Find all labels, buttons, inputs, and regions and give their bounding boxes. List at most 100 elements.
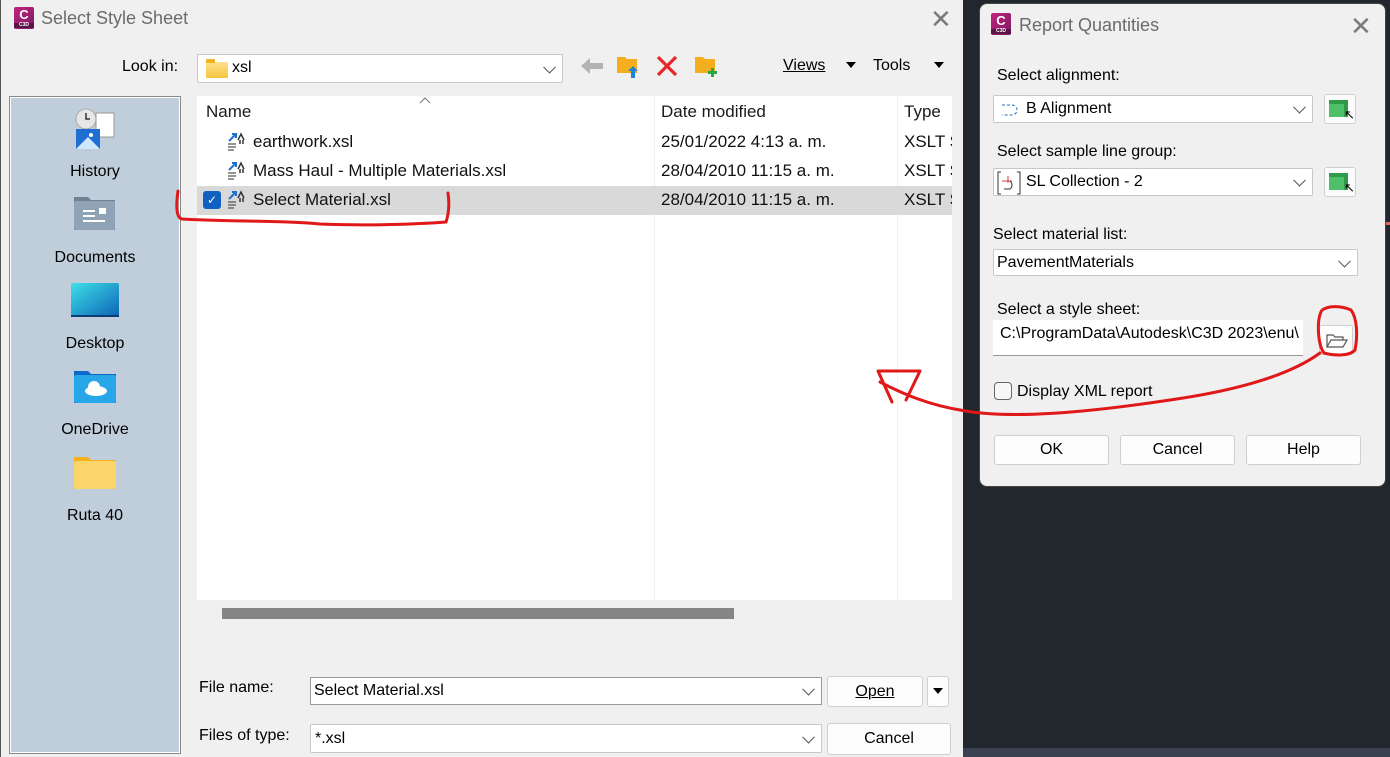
select-style-sheet-dialog: C C3D Select Style Sheet ✕ Look in: xsl V…: [0, 0, 963, 757]
place-documents[interactable]: Documents: [10, 193, 180, 273]
file-type: XSLT Stylesheet: [904, 190, 952, 209]
files-of-type-combo[interactable]: *.xsl: [310, 724, 822, 753]
chevron-down-icon: [802, 682, 815, 696]
place-label: History: [70, 163, 120, 180]
folder-up-icon: [617, 57, 638, 78]
onedrive-icon: [74, 371, 116, 403]
pick-alignment-button[interactable]: ↖: [1324, 94, 1356, 124]
place-label: Desktop: [65, 335, 125, 352]
dialog-title: Report Quantities: [1019, 15, 1160, 35]
history-icon: [75, 108, 115, 149]
close-button[interactable]: ✕: [930, 6, 952, 32]
browse-style-sheet-button[interactable]: [1319, 325, 1353, 355]
file-row[interactable]: Mass Haul - Multiple Materials.xsl 28/04…: [197, 157, 952, 186]
new-folder-icon: [695, 57, 717, 77]
tools-dropdown-icon[interactable]: [934, 62, 944, 68]
files-of-type-label: Files of type:: [199, 727, 290, 744]
xsl-file-icon: [228, 132, 245, 151]
close-button[interactable]: ✕: [1350, 13, 1372, 39]
place-label: Ruta 40: [66, 507, 124, 524]
file-list: Name Date modified Type earthwork.xsl 25…: [197, 96, 952, 600]
sample-line-group-combo[interactable]: SL Collection - 2: [993, 168, 1313, 196]
file-type: XSLT Stylesheet: [904, 161, 952, 180]
alignment-icon: [1002, 104, 1018, 116]
background-canvas-mark: [1386, 222, 1390, 225]
style-sheet-path-value: C:\ProgramData\Autodesk\C3D 2023\enu\: [1000, 325, 1299, 342]
material-list-combo[interactable]: PavementMaterials: [993, 249, 1358, 276]
column-header-type[interactable]: Type: [904, 102, 941, 122]
file-row[interactable]: earthwork.xsl 25/01/2022 4:13 a. m. XSLT…: [197, 128, 952, 157]
file-type: XSLT Stylesheet: [904, 132, 952, 151]
civil3d-app-icon: C C3D: [14, 7, 34, 29]
chevron-down-icon: [1293, 173, 1306, 187]
report-quantities-dialog: C C3D Report Quantities ✕ Select alignmen…: [979, 3, 1386, 487]
sample-line-group-icon: [997, 171, 1021, 195]
chevron-down-icon: [802, 730, 815, 744]
place-desktop[interactable]: Desktop: [10, 281, 180, 361]
open-folder-icon: [1325, 334, 1349, 348]
alignment-combo[interactable]: B Alignment: [993, 95, 1313, 123]
xsl-file-icon: [228, 190, 245, 209]
help-button[interactable]: Help: [1246, 435, 1361, 465]
file-name-value: Select Material.xsl: [314, 682, 444, 699]
file-name-label: File name:: [199, 679, 274, 696]
cancel-button[interactable]: Cancel: [1120, 435, 1235, 465]
pick-sample-line-group-button[interactable]: ↖: [1324, 167, 1356, 197]
file-date: 28/04/2010 11:15 a. m.: [661, 161, 835, 180]
sample-line-group-label: Select sample line group:: [997, 143, 1177, 160]
look-in-value: xsl: [232, 59, 252, 76]
place-history[interactable]: History: [10, 107, 180, 187]
file-name-input[interactable]: Select Material.xsl: [310, 677, 822, 705]
civil3d-app-icon: C C3D: [991, 13, 1011, 35]
delete-icon: [656, 55, 678, 77]
folder-icon: [206, 59, 228, 78]
file-date: 28/04/2010 11:15 a. m.: [661, 190, 835, 209]
open-options-button[interactable]: [927, 676, 949, 707]
file-name: Select Material.xsl: [253, 190, 391, 209]
ok-button[interactable]: OK: [994, 435, 1109, 465]
views-dropdown-icon[interactable]: [846, 62, 856, 68]
back-arrow-icon: [581, 58, 603, 74]
column-header-name[interactable]: Name: [206, 102, 251, 122]
background-status-bar: [963, 748, 1390, 757]
xsl-file-icon: [228, 161, 245, 180]
style-sheet-label: Select a style sheet:: [997, 301, 1141, 318]
look-in-combo[interactable]: xsl: [197, 54, 563, 83]
documents-icon: [74, 197, 115, 230]
tools-menu[interactable]: Tools: [873, 57, 910, 75]
row-checkbox-checked[interactable]: ✓: [203, 191, 221, 209]
style-sheet-path-input[interactable]: C:\ProgramData\Autodesk\C3D 2023\enu\: [993, 320, 1303, 356]
places-bar: History Documents Desktop OneDrive Ruta …: [9, 96, 181, 754]
display-xml-checkbox[interactable]: [994, 382, 1012, 400]
sample-line-group-value: SL Collection - 2: [1026, 173, 1143, 190]
horizontal-scrollbar[interactable]: [222, 608, 734, 619]
file-name: Mass Haul - Multiple Materials.xsl: [253, 161, 507, 180]
column-header-date[interactable]: Date modified: [661, 102, 766, 122]
new-folder-button[interactable]: [693, 54, 721, 85]
cancel-button[interactable]: Cancel: [827, 723, 951, 755]
delete-button[interactable]: [655, 55, 679, 82]
display-xml-label: Display XML report: [1017, 383, 1153, 400]
dropdown-arrow-icon: [933, 688, 943, 694]
look-in-label: Look in:: [122, 58, 179, 75]
open-button[interactable]: Open: [827, 676, 923, 707]
place-label: OneDrive: [61, 421, 129, 438]
alignment-label: Select alignment:: [997, 67, 1120, 84]
folder-icon: [74, 457, 116, 489]
back-button[interactable]: [579, 57, 605, 80]
alignment-value: B Alignment: [1026, 100, 1112, 117]
sort-ascending-icon: [419, 97, 431, 104]
up-folder-button[interactable]: [615, 54, 643, 85]
file-row-selected[interactable]: ✓ Select Material.xsl 28/04/2010 11:15 a…: [197, 186, 952, 215]
dialog-title: Select Style Sheet: [41, 8, 189, 28]
place-label: Documents: [54, 249, 136, 266]
views-menu[interactable]: Views: [783, 57, 825, 75]
chevron-down-icon: [1338, 254, 1351, 268]
chevron-down-icon: [543, 60, 556, 74]
place-onedrive[interactable]: OneDrive: [10, 367, 180, 447]
material-list-label: Select material list:: [993, 226, 1128, 243]
files-of-type-value: *.xsl: [315, 730, 346, 747]
file-date: 25/01/2022 4:13 a. m.: [661, 132, 827, 151]
place-ruta-40[interactable]: Ruta 40: [10, 453, 180, 533]
chevron-down-icon: [1293, 100, 1306, 114]
